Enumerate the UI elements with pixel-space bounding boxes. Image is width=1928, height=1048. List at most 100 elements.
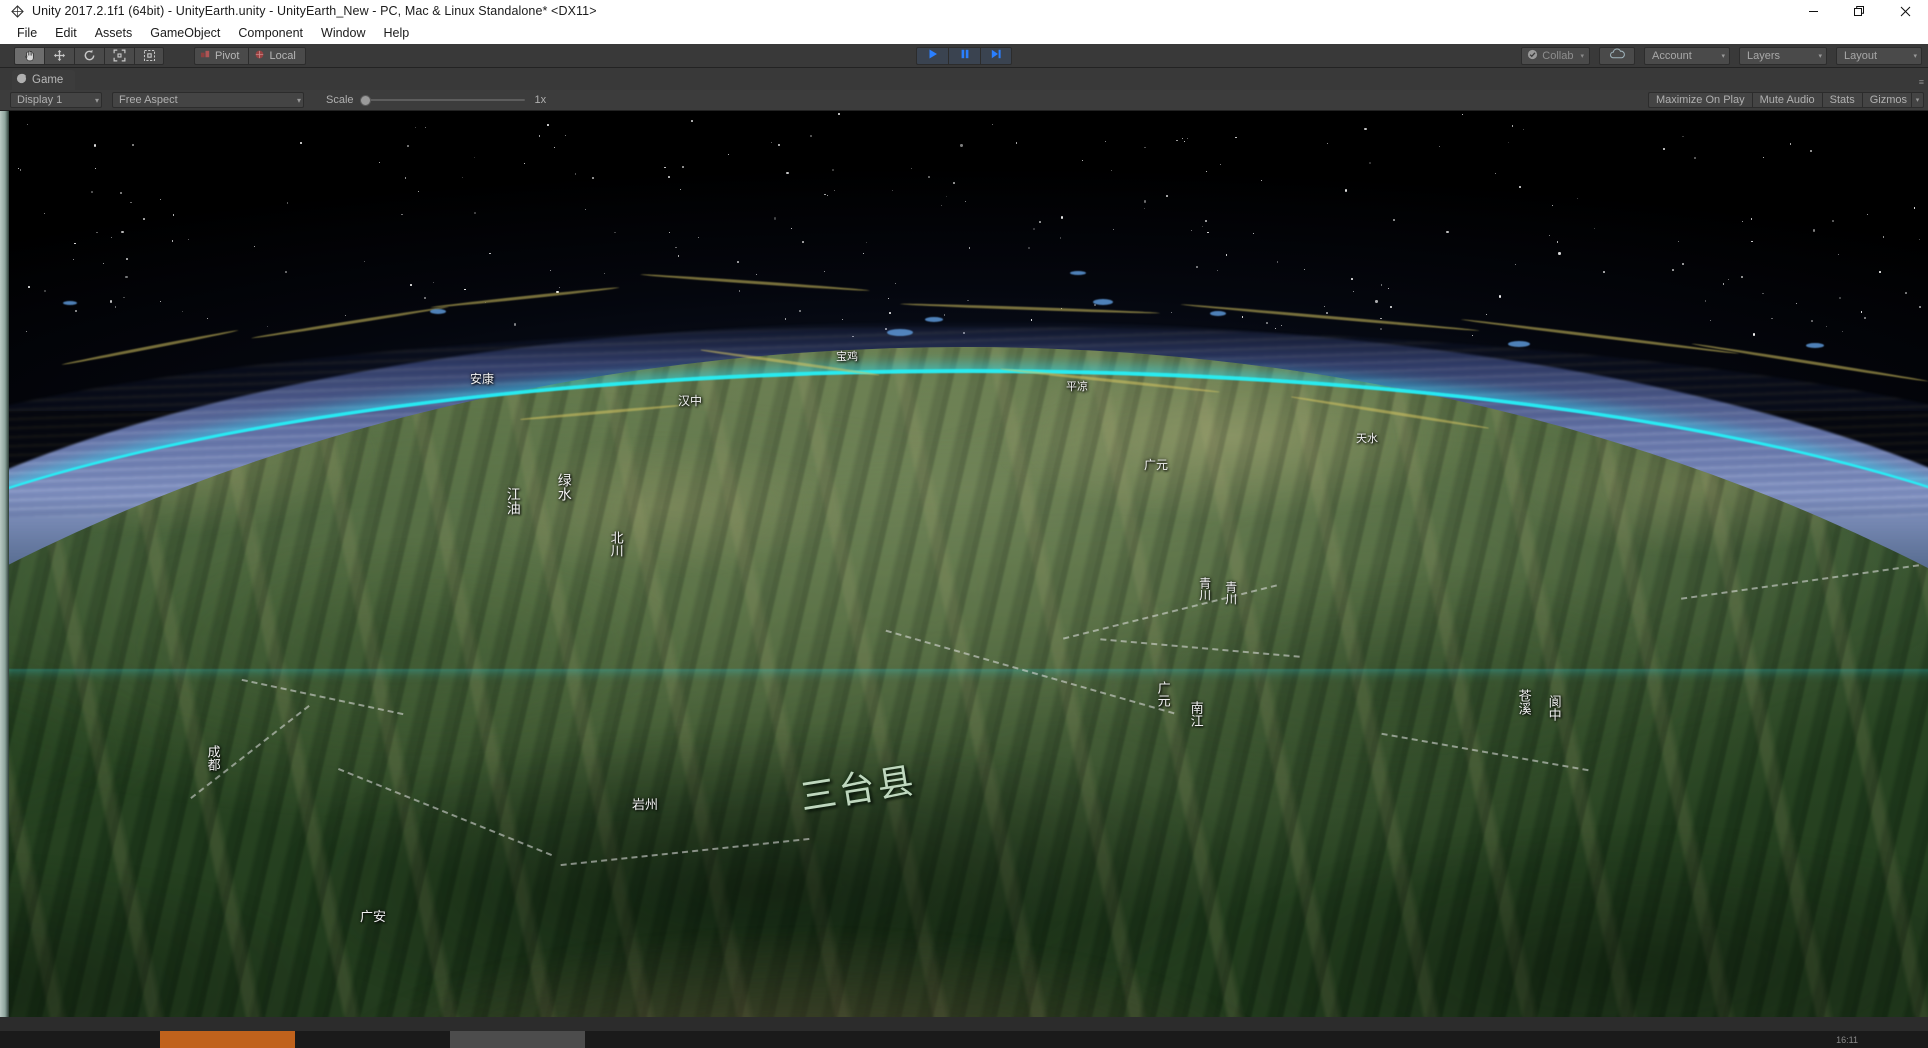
slider-handle[interactable] bbox=[359, 94, 371, 106]
star bbox=[1220, 163, 1222, 165]
star bbox=[1345, 189, 1348, 192]
stepper-icon: ▾ bbox=[94, 95, 99, 105]
rotate-tool-button[interactable] bbox=[74, 46, 104, 65]
star bbox=[1682, 263, 1685, 265]
star bbox=[1327, 142, 1329, 144]
star bbox=[827, 194, 829, 196]
account-dropdown[interactable]: Account ▾ bbox=[1644, 46, 1730, 65]
star bbox=[1879, 271, 1881, 273]
star bbox=[1060, 216, 1063, 219]
terrain-lake bbox=[63, 301, 77, 305]
terrain-lake bbox=[1806, 343, 1824, 348]
taskbar-item[interactable] bbox=[0, 1031, 160, 1048]
menu-window[interactable]: Window bbox=[312, 24, 374, 42]
taskbar-item-active[interactable] bbox=[160, 1031, 295, 1048]
os-taskbar: 16:11 bbox=[0, 1031, 1928, 1048]
star bbox=[910, 168, 912, 170]
account-label: Account bbox=[1652, 49, 1692, 62]
collab-button[interactable]: Collab ▾ bbox=[1521, 46, 1590, 65]
star bbox=[1556, 241, 1559, 243]
star bbox=[738, 290, 741, 292]
star bbox=[1577, 198, 1579, 200]
play-button[interactable] bbox=[916, 46, 948, 65]
minimize-icon[interactable] bbox=[1790, 0, 1836, 22]
menu-gameobject[interactable]: GameObject bbox=[141, 24, 229, 42]
game-view-icon bbox=[16, 73, 27, 87]
hand-tool-button[interactable] bbox=[14, 46, 44, 65]
gizmos-toggle[interactable]: Gizmos bbox=[1861, 92, 1911, 108]
star bbox=[286, 202, 289, 204]
star bbox=[1905, 292, 1907, 295]
restore-icon[interactable] bbox=[1836, 0, 1882, 22]
menu-assets[interactable]: Assets bbox=[86, 24, 142, 42]
tab-game[interactable]: Game bbox=[12, 70, 76, 90]
hand-icon bbox=[23, 49, 36, 62]
star bbox=[489, 252, 491, 254]
star bbox=[95, 167, 97, 169]
collab-check-icon bbox=[1527, 49, 1538, 63]
star bbox=[553, 147, 555, 149]
star bbox=[1204, 220, 1207, 223]
star bbox=[1682, 135, 1685, 138]
scale-tool-button[interactable] bbox=[104, 46, 134, 65]
scale-slider[interactable] bbox=[359, 93, 525, 107]
maximize-on-play-toggle[interactable]: Maximize On Play bbox=[1647, 92, 1752, 108]
pause-button[interactable] bbox=[948, 46, 980, 65]
star bbox=[785, 318, 787, 320]
star bbox=[841, 318, 843, 320]
menu-edit[interactable]: Edit bbox=[46, 24, 86, 42]
close-icon[interactable] bbox=[1882, 0, 1928, 22]
rect-tool-button[interactable] bbox=[134, 46, 164, 65]
star bbox=[474, 212, 477, 215]
aspect-dropdown[interactable]: Free Aspect ▾ bbox=[112, 92, 304, 108]
display-dropdown[interactable]: Display 1 ▾ bbox=[10, 92, 102, 108]
stats-toggle[interactable]: Stats bbox=[1821, 92, 1862, 108]
menu-component[interactable]: Component bbox=[229, 24, 312, 42]
step-icon bbox=[990, 47, 1002, 65]
gizmos-dropdown-caret[interactable]: ▾ bbox=[1911, 92, 1924, 108]
star bbox=[691, 120, 694, 122]
local-toggle[interactable]: Local bbox=[248, 46, 306, 65]
star bbox=[1694, 156, 1697, 159]
game-view-viewport[interactable]: 安康 汉中 宝鸡 平凉 天水 广元 江油 绿水 北川 青川 青川 广元 南江 苍溪 阆中 成都 岩州 广安 三台县 bbox=[0, 111, 1928, 1017]
star bbox=[1280, 325, 1282, 327]
step-button[interactable] bbox=[980, 46, 1012, 65]
menu-help[interactable]: Help bbox=[374, 24, 418, 42]
star bbox=[424, 296, 427, 299]
map-label: 苍溪 bbox=[1515, 689, 1531, 715]
move-tool-button[interactable] bbox=[44, 46, 74, 65]
star bbox=[1841, 331, 1843, 333]
taskbar-item[interactable] bbox=[295, 1031, 450, 1048]
star bbox=[1864, 316, 1866, 319]
star bbox=[1704, 300, 1707, 302]
star bbox=[777, 144, 780, 147]
gameview-right-toggles: Maximize On Play Mute Audio Stats Gizmos… bbox=[1647, 92, 1924, 108]
layers-label: Layers bbox=[1747, 49, 1781, 62]
layers-dropdown[interactable]: Layers ▾ bbox=[1739, 46, 1827, 65]
pivot-toggle[interactable]: Pivot bbox=[194, 46, 249, 65]
star bbox=[1182, 137, 1184, 139]
taskbar-item[interactable] bbox=[450, 1031, 585, 1048]
star bbox=[865, 241, 868, 243]
cloud-services-button[interactable] bbox=[1599, 46, 1635, 65]
menu-file[interactable]: File bbox=[8, 24, 46, 42]
star bbox=[592, 176, 595, 179]
star bbox=[1081, 159, 1084, 162]
pivot-label: Pivot bbox=[215, 49, 240, 62]
star bbox=[91, 191, 93, 194]
star bbox=[1111, 170, 1113, 172]
star bbox=[679, 188, 682, 191]
playback-controls bbox=[916, 46, 1012, 65]
star bbox=[28, 286, 31, 288]
star bbox=[1143, 200, 1146, 203]
star bbox=[1594, 227, 1596, 229]
layout-dropdown[interactable]: Layout ▾ bbox=[1836, 46, 1922, 65]
star bbox=[1379, 327, 1383, 331]
mute-audio-toggle[interactable]: Mute Audio bbox=[1751, 92, 1822, 108]
star bbox=[1326, 311, 1329, 314]
star bbox=[1795, 302, 1797, 305]
star bbox=[1112, 228, 1114, 230]
star bbox=[102, 263, 104, 265]
panel-menu-icon[interactable]: ≡ bbox=[1919, 77, 1924, 87]
pause-icon bbox=[959, 47, 971, 65]
